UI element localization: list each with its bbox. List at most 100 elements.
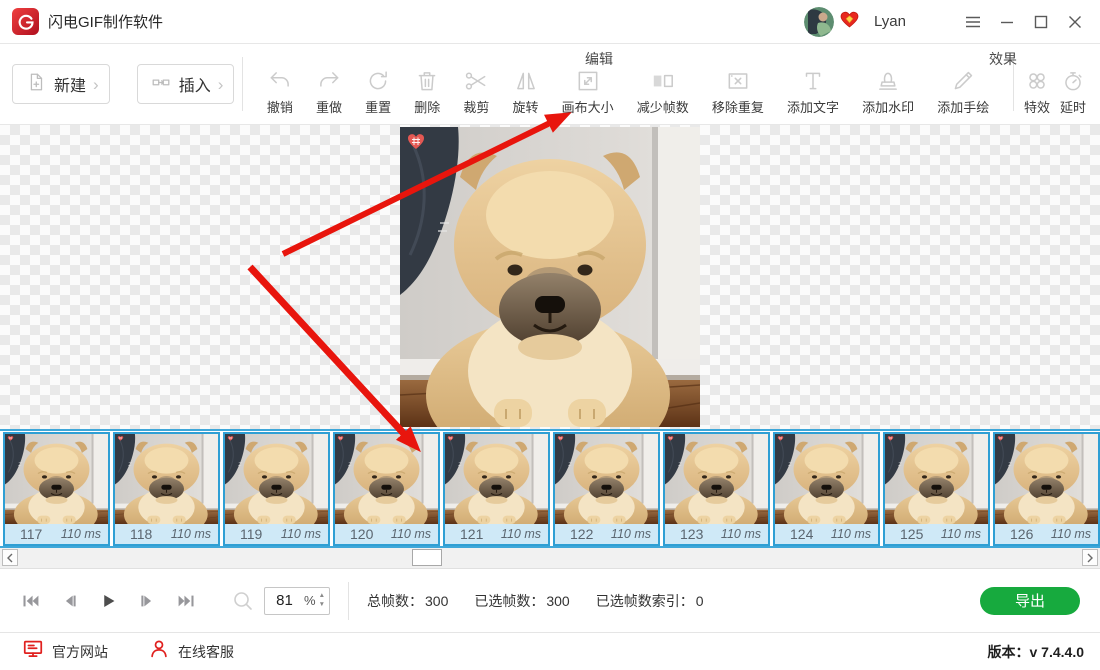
frame-thumbnail	[335, 434, 438, 524]
footer-link-label: 官方网站	[52, 642, 108, 662]
tool-label: 添加水印	[862, 97, 914, 116]
gif-preview-image[interactable]	[400, 127, 700, 427]
timeline-frame-118[interactable]: 118 110 ms	[113, 432, 220, 546]
timeline-frame-121[interactable]: 121110 ms	[443, 432, 550, 546]
playback-bar: 81 % ▲ ▼ 总帧数：300已选帧数：300已选帧数索引：0 导出	[0, 569, 1100, 633]
canvas-size-icon	[575, 68, 601, 94]
add-watermark-icon	[875, 68, 901, 94]
add-text-icon	[800, 68, 826, 94]
toolbar-item-delete[interactable]: 删除	[414, 68, 440, 116]
vip-badge-icon[interactable]	[840, 11, 859, 33]
toolbar-item-add-drawing[interactable]: 添加手绘	[937, 68, 989, 116]
frame-duration: 110 ms	[721, 527, 761, 541]
tool-label: 旋转	[513, 97, 539, 116]
toolbar-item-redo[interactable]: 重做	[316, 68, 342, 116]
toolbar-item-crop[interactable]: 裁剪	[463, 68, 489, 116]
frame-number: 122	[570, 526, 593, 542]
tool-label: 添加手绘	[937, 97, 989, 116]
redo-icon	[316, 68, 342, 94]
footer-link-label: 在线客服	[178, 642, 234, 662]
toolbar-item-reset[interactable]: 重置	[365, 68, 391, 116]
play-button[interactable]	[96, 590, 120, 612]
frame-duration: 110 ms	[831, 527, 871, 541]
spinner-up-icon[interactable]: ▲	[319, 593, 325, 600]
toolbar-item-remove-duplicate[interactable]: 移除重复	[712, 68, 764, 116]
frame-number: 118	[130, 526, 152, 542]
delay-icon	[1060, 68, 1086, 94]
toolbar-item-reduce-frames[interactable]: 减少帧数	[637, 68, 689, 116]
toolbar-item-delay[interactable]: 延时	[1060, 68, 1086, 116]
toolbar-item-add-text[interactable]: 添加文字	[787, 68, 839, 116]
close-button[interactable]	[1062, 9, 1088, 35]
frame-number: 120	[350, 526, 373, 542]
timeline-frame-126[interactable]: 126110 ms	[993, 432, 1100, 546]
tool-label: 减少帧数	[637, 97, 689, 116]
timeline-filmstrip: 117110 ms118110 ms119110 ms120110 ms1211…	[0, 429, 1100, 548]
next-frame-button[interactable]	[135, 590, 159, 612]
insert-button[interactable]: 插入 ›	[137, 64, 235, 104]
tool-label: 撤销	[267, 97, 293, 116]
canvas-area[interactable]	[0, 125, 1100, 429]
footer-link-support[interactable]: 在线客服	[148, 638, 234, 665]
timeline-frame-119[interactable]: 119110 ms	[223, 432, 330, 546]
skip-to-end-button[interactable]	[174, 590, 198, 612]
scroll-right-button[interactable]	[1082, 549, 1098, 566]
zoom-level-spinner[interactable]: 81 % ▲ ▼	[264, 587, 330, 615]
frame-duration: 110 ms	[611, 527, 651, 541]
toolbar-item-undo[interactable]: 撤销	[267, 68, 293, 116]
minimize-button[interactable]	[994, 9, 1020, 35]
new-button[interactable]: 新建 ›	[12, 64, 110, 104]
timeline-frame-120[interactable]: 120110 ms	[333, 432, 440, 546]
tool-label: 删除	[414, 97, 440, 116]
spinner-down-icon[interactable]: ▼	[319, 602, 325, 609]
menu-button[interactable]	[960, 9, 986, 35]
timeline-frame-122[interactable]: 122 110 ms	[553, 432, 660, 546]
scroll-left-button[interactable]	[2, 549, 18, 566]
toolbar-divider	[242, 57, 243, 111]
timeline-frame-117[interactable]: 117110 ms	[3, 432, 110, 546]
reduce-frames-icon	[650, 68, 676, 94]
timeline-scrollbar[interactable]	[0, 548, 1100, 569]
timeline-frame-125[interactable]: 125110 ms	[883, 432, 990, 546]
frame-duration: 110 ms	[501, 527, 541, 541]
timeline-frame-123[interactable]: 123 110 ms	[663, 432, 770, 546]
toolbar-item-canvas-size[interactable]: 画布大小	[562, 68, 614, 116]
tool-label: 特效	[1024, 97, 1050, 116]
skip-to-start-button[interactable]	[18, 590, 42, 612]
edit-tool-group: 撤销 重做 重置 删除 裁剪旋转 画布大小 减少帧数 移除重复添加文字添加水印 添加手绘	[251, 52, 1005, 116]
frame-duration: 110 ms	[61, 527, 101, 541]
previous-frame-button[interactable]	[57, 590, 81, 612]
frame-number: 124	[790, 526, 813, 542]
delete-icon	[414, 68, 440, 94]
frame-number: 123	[680, 526, 703, 542]
toolbar-item-rotate[interactable]: 旋转	[513, 68, 539, 116]
tool-label: 重做	[316, 97, 342, 116]
timeline-frame-124[interactable]: 124 110 ms	[773, 432, 880, 546]
app-logo-icon	[12, 8, 39, 35]
tool-label: 重置	[365, 97, 391, 116]
frame-duration: 110 ms	[171, 527, 211, 541]
toolbar-item-effects[interactable]: 特效	[1024, 68, 1050, 116]
stat: 已选帧数：300	[474, 591, 569, 611]
frame-thumbnail	[885, 434, 988, 524]
frame-thumbnail	[555, 434, 658, 524]
playbar-divider	[348, 582, 349, 620]
scrollbar-thumb[interactable]	[412, 549, 442, 566]
new-file-icon	[25, 71, 47, 98]
export-button[interactable]: 导出	[980, 587, 1080, 615]
frame-thumbnail	[115, 434, 218, 524]
stat: 总帧数：300	[367, 591, 448, 611]
tool-label: 画布大小	[562, 97, 614, 116]
frame-number: 126	[1010, 526, 1033, 542]
user-avatar[interactable]	[804, 7, 834, 37]
footer-link-website[interactable]: 官方网站	[22, 638, 108, 665]
chevron-right-icon: ›	[93, 76, 99, 93]
frame-thumbnail	[775, 434, 878, 524]
toolbar-item-add-watermark[interactable]: 添加水印	[862, 68, 914, 116]
reset-icon	[365, 68, 391, 94]
username[interactable]: Lyan	[874, 13, 906, 30]
support-icon	[148, 638, 170, 665]
frame-thumbnail	[995, 434, 1098, 524]
zoom-value[interactable]: 81	[265, 592, 304, 609]
maximize-button[interactable]	[1028, 9, 1054, 35]
